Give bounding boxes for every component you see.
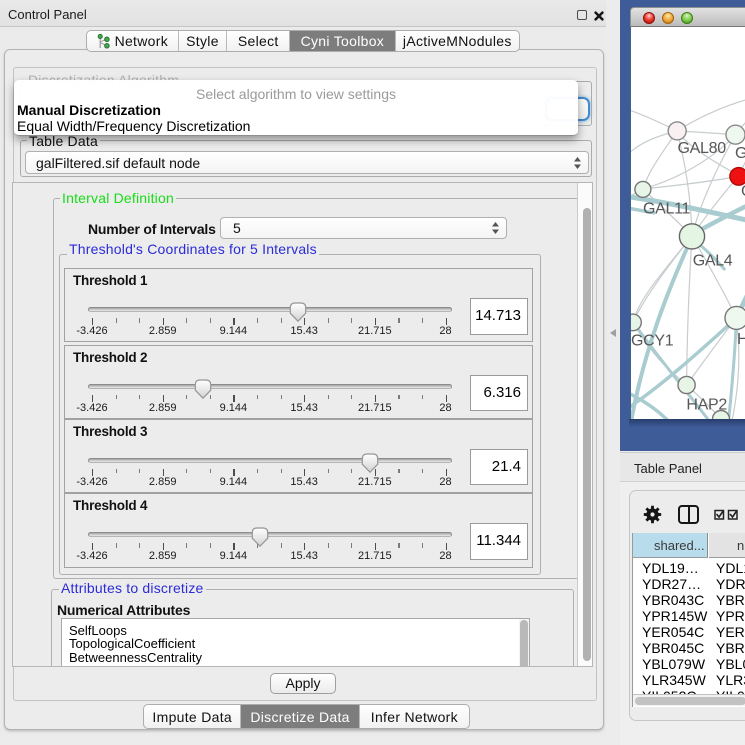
svg-text:GA: GA bbox=[735, 145, 745, 162]
svg-text:GAL4: GAL4 bbox=[693, 253, 733, 270]
svg-text:HAP2: HAP2 bbox=[686, 397, 727, 414]
svg-text:CB: CB bbox=[741, 183, 745, 200]
svg-text:GAL80: GAL80 bbox=[678, 140, 727, 157]
svg-text:H: H bbox=[737, 331, 745, 348]
svg-text:GAL11: GAL11 bbox=[643, 201, 691, 218]
svg-text:GCY1: GCY1 bbox=[631, 333, 674, 350]
